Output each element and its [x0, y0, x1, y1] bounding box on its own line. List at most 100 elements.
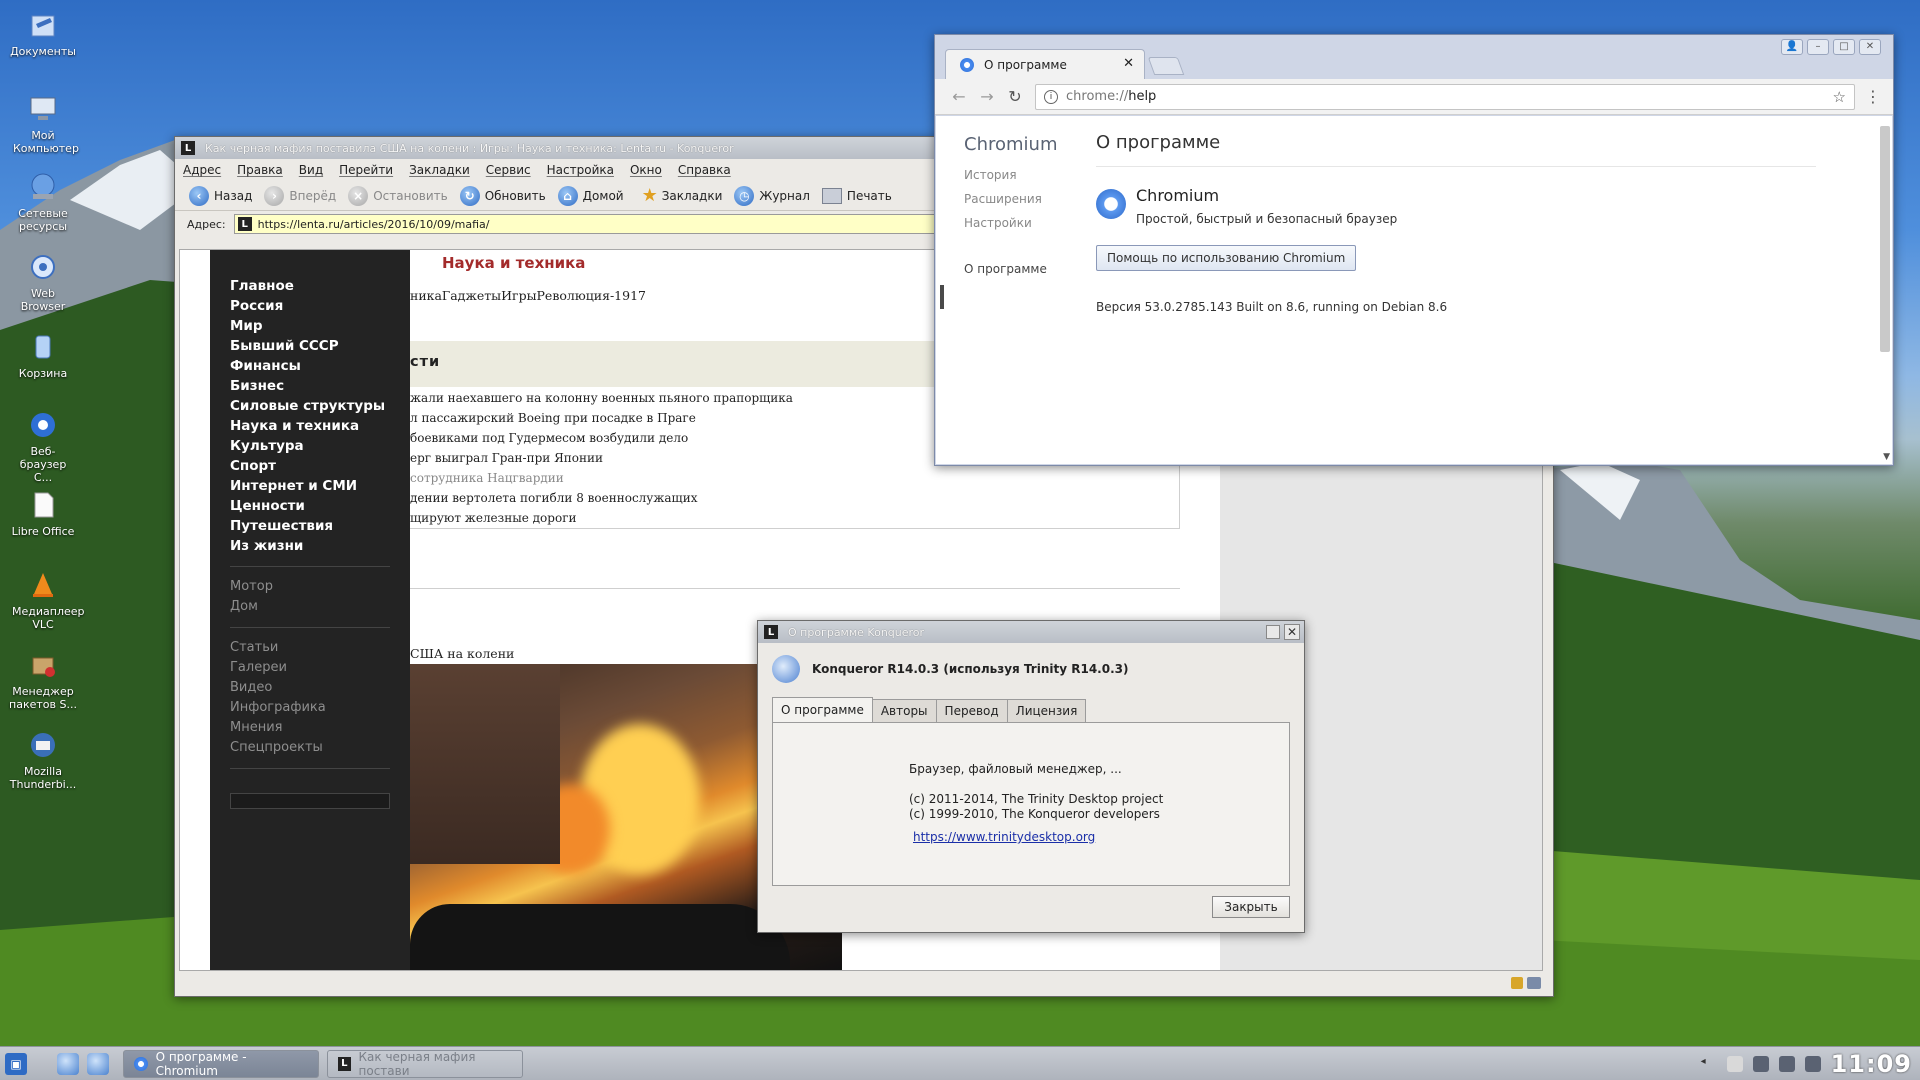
nav-item[interactable]: Из жизни — [210, 536, 410, 556]
nav-item[interactable]: Спорт — [210, 456, 410, 476]
maximize-button[interactable] — [1266, 625, 1280, 639]
section-subnav[interactable]: никаГаджетыИгрыРеволюция-1917 — [410, 288, 646, 303]
nav-item[interactable]: Финансы — [210, 356, 410, 376]
home-button[interactable]: ⌂ Домой — [557, 185, 624, 206]
quicklaunch-browser-icon[interactable] — [87, 1052, 109, 1075]
desktop-icon-web-browser[interactable]: Web Browser — [4, 250, 82, 313]
bookmark-star-icon[interactable]: ☆ — [1833, 88, 1846, 106]
minimize-button[interactable]: – — [1807, 39, 1829, 55]
stop-button[interactable]: × Остановить — [348, 185, 448, 206]
nav-sub-item[interactable]: Статьи — [210, 638, 410, 658]
url-input[interactable]: L https://lenta.ru/articles/2016/10/09/m… — [233, 214, 944, 234]
about-dialog-titlebar[interactable]: L О программе Konqueror ✕ — [758, 621, 1304, 643]
menu-dots-icon[interactable]: ⋮ — [1865, 87, 1881, 106]
desktop-icon-package-manager[interactable]: Менеджер пакетов S... — [4, 648, 82, 711]
nav-sub-item[interactable]: Видео — [210, 678, 410, 698]
tab-about[interactable]: О программе ✕ — [945, 49, 1145, 79]
news-item[interactable]: щируют железные дороги — [410, 508, 1180, 528]
nav-item[interactable]: Культура — [210, 436, 410, 456]
reload-button[interactable]: ↻ Обновить — [459, 185, 546, 206]
close-dialog-button[interactable]: ✕ — [1284, 624, 1300, 640]
page-scrollbar[interactable] — [1880, 126, 1890, 352]
get-help-button[interactable]: Помощь по использованию Chromium — [1096, 245, 1357, 271]
desktop-icon-documents[interactable]: Документы — [4, 8, 82, 58]
menu-window[interactable]: Окно — [630, 163, 662, 177]
menu-bookmarks[interactable]: Закладки — [409, 163, 470, 177]
about-konqueror-dialog[interactable]: L О программе Konqueror ✕ Konqueror R14.… — [757, 620, 1305, 933]
tab-about[interactable]: О программе — [772, 697, 873, 723]
reload-icon[interactable]: ↻ — [1001, 87, 1029, 106]
task-chromium[interactable]: О программе - Chromium — [123, 1049, 319, 1078]
back-button[interactable]: ‹ Назад — [189, 185, 252, 206]
desktop-icon-vlc[interactable]: Медиаплеер VLC — [4, 568, 85, 631]
nav-sub-item[interactable]: Мнения — [210, 718, 410, 738]
nav-item[interactable]: Интернет и СМИ — [210, 476, 410, 496]
nav-item[interactable]: Мир — [210, 316, 410, 336]
desktop-icon-network[interactable]: Сетевые ресурсы — [4, 170, 82, 233]
menu-tools[interactable]: Сервис — [486, 163, 531, 177]
history-button[interactable]: ◷ Журнал — [734, 185, 810, 206]
desktop-icon-libreoffice[interactable]: Libre Office — [4, 488, 82, 538]
quicklaunch-mail-icon[interactable] — [57, 1052, 79, 1075]
nav-item[interactable]: Бизнес — [210, 376, 410, 396]
back-arrow-icon[interactable]: ← — [945, 87, 973, 106]
forward-arrow-icon[interactable]: → — [973, 87, 1001, 106]
scroll-down-arrow[interactable]: ▼ — [1883, 452, 1890, 462]
trinity-website-link[interactable]: https://www.trinitydesktop.org — [913, 830, 1095, 844]
bookmarks-button[interactable]: ★ Закладки — [642, 185, 723, 206]
nav-item[interactable]: Силовые структуры — [210, 396, 410, 416]
desktop-icon-thunderbird[interactable]: Mozilla Thunderbi... — [4, 728, 82, 791]
print-button[interactable]: Печать — [821, 187, 892, 204]
nav-item[interactable]: Главное — [210, 276, 410, 296]
tools-icon[interactable] — [1778, 1055, 1795, 1072]
desktop-icon-chromium[interactable]: Веб-браузер C... — [4, 408, 82, 484]
tab-translation[interactable]: Перевод — [935, 699, 1008, 723]
nav-item[interactable]: Наука и техника — [210, 416, 410, 436]
chromium-window[interactable]: О программе ✕ 👤 – □ ✕ ← → ↻ i chrome://h… — [934, 34, 1894, 466]
desktop-icon-trash[interactable]: Корзина — [4, 330, 82, 380]
close-tab-icon[interactable]: ✕ — [1123, 56, 1134, 71]
nav-item[interactable]: Путешествия — [210, 516, 410, 536]
tab-authors[interactable]: Авторы — [871, 699, 937, 723]
nav-sub-item[interactable]: Инфографика — [210, 698, 410, 718]
menu-settings[interactable]: Настройка — [547, 163, 614, 177]
close-button[interactable]: Закрыть — [1212, 896, 1290, 918]
sidebar-item-about[interactable]: О программе — [964, 262, 1047, 276]
menu-view[interactable]: Вид — [299, 163, 323, 177]
nav-sub-item[interactable]: Галереи — [210, 658, 410, 678]
nav-sub-item[interactable]: Мотор — [210, 577, 410, 597]
nav-sub-item[interactable]: Дом — [210, 597, 410, 617]
clock[interactable]: 11:09 — [1831, 1050, 1912, 1078]
menu-help[interactable]: Справка — [678, 163, 731, 177]
nav-item[interactable]: Ценности — [210, 496, 410, 516]
menu-go[interactable]: Перейти — [339, 163, 393, 177]
nav-item[interactable]: Россия — [210, 296, 410, 316]
nav-sub-item[interactable]: Спецпроекты — [210, 738, 410, 758]
omnibox-input[interactable]: i chrome://help ☆ — [1035, 83, 1855, 110]
task-konqueror[interactable]: L Как черная мафия постави — [327, 1049, 523, 1078]
about-description: Браузер, файловый менеджер, ... — [909, 762, 1122, 776]
article-title[interactable]: США на колени — [410, 646, 514, 661]
nav-item[interactable]: Бывший СССР — [210, 336, 410, 356]
network-icon[interactable] — [1752, 1055, 1769, 1072]
maximize-button[interactable]: □ — [1833, 39, 1855, 55]
tab-license[interactable]: Лицензия — [1006, 699, 1087, 723]
clipboard-icon[interactable] — [1726, 1055, 1743, 1072]
forward-button[interactable]: › Вперёд — [264, 185, 336, 206]
new-tab-button[interactable] — [1147, 57, 1185, 75]
menu-address[interactable]: Адрес — [183, 163, 221, 177]
sidebar-item-extensions[interactable]: Расширения — [964, 192, 1042, 206]
news-item[interactable]: дении вертолета погибли 8 военнослужащих — [410, 488, 1180, 508]
sidebar-item-history[interactable]: История — [964, 168, 1017, 182]
profile-icon[interactable]: 👤 — [1781, 39, 1803, 55]
menu-edit[interactable]: Правка — [237, 163, 283, 177]
info-icon[interactable]: i — [1044, 89, 1058, 104]
start-menu-button[interactable]: ▣ — [5, 1052, 27, 1075]
volume-icon[interactable] — [1804, 1055, 1821, 1072]
close-window-button[interactable]: ✕ — [1859, 39, 1881, 55]
lenta-search-input[interactable] — [230, 793, 390, 809]
news-item[interactable]: сотрудника Нацгвардии — [410, 468, 1180, 488]
desktop-icon-my-computer[interactable]: Мой Компьютер — [4, 92, 82, 155]
sidebar-item-settings[interactable]: Настройки — [964, 216, 1032, 230]
tray-arrow-icon[interactable]: ◂ — [1701, 1056, 1717, 1072]
